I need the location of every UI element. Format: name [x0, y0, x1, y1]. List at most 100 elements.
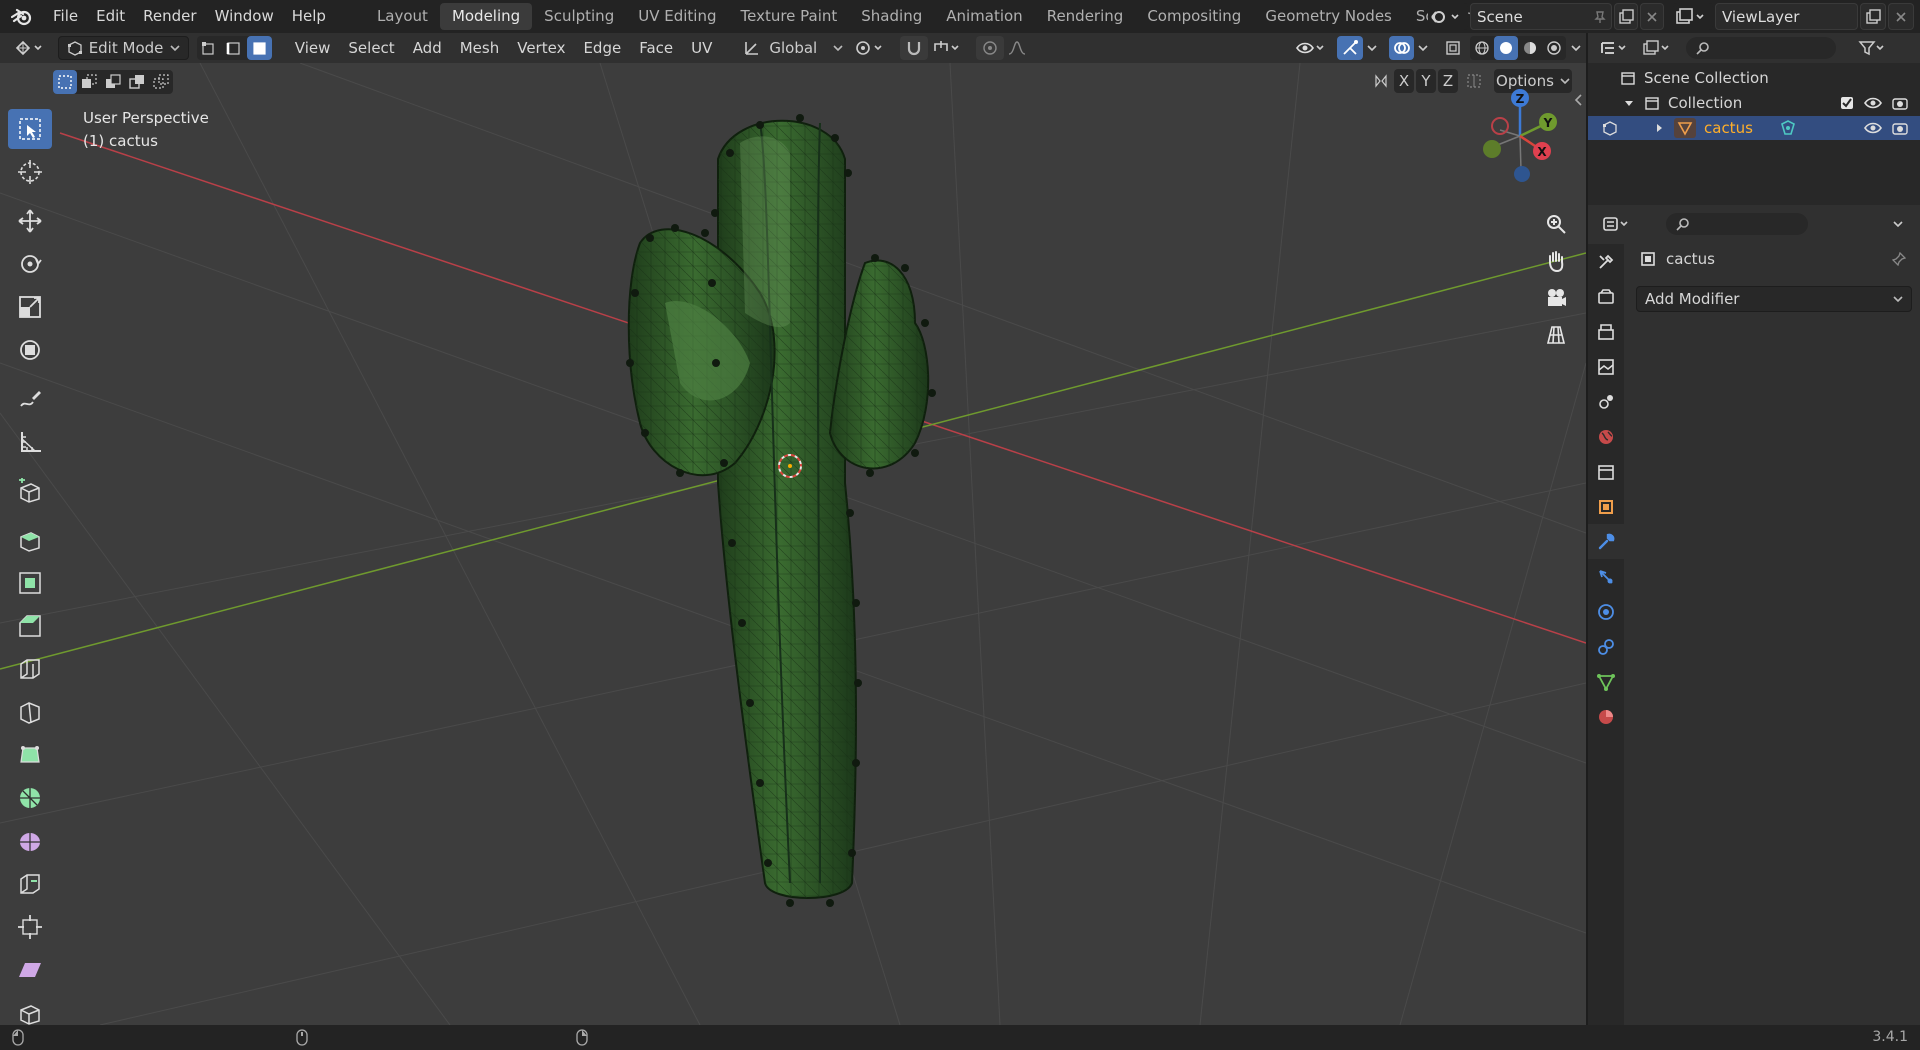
scene-tab-icon[interactable]: [1588, 384, 1624, 419]
mirror-y-toggle[interactable]: Y: [1416, 69, 1436, 93]
view-layer-type-icon[interactable]: [1673, 3, 1713, 30]
exclude-checkbox-icon[interactable]: [1840, 96, 1854, 110]
pan-hand-icon[interactable]: [1540, 245, 1572, 277]
select-extend-icon[interactable]: [77, 70, 101, 94]
world-tab-icon[interactable]: [1588, 419, 1624, 454]
scale-tool-icon[interactable]: [8, 287, 52, 327]
rip-region-tool-icon[interactable]: [8, 993, 52, 1025]
loop-cut-tool-icon[interactable]: [8, 649, 52, 689]
tab-modeling[interactable]: Modeling: [439, 3, 533, 30]
orientation-dropdown[interactable]: Global: [743, 36, 843, 60]
tab-geometry-nodes[interactable]: Geometry Nodes: [1253, 3, 1404, 30]
tab-shading[interactable]: Shading: [849, 3, 934, 30]
blender-logo-icon[interactable]: [0, 0, 44, 33]
cactus-mesh[interactable]: [626, 114, 936, 907]
eye-icon[interactable]: [1864, 96, 1882, 110]
mirror-icon[interactable]: [1370, 69, 1392, 93]
add-cube-tool-icon[interactable]: [8, 471, 52, 511]
collapse-sidebar-icon[interactable]: [1574, 93, 1586, 107]
smooth-tool-icon[interactable]: [8, 821, 52, 861]
outliner-search-input[interactable]: [1686, 37, 1836, 59]
eye-icon[interactable]: [1864, 121, 1882, 135]
outliner-cactus-row[interactable]: cactus: [1588, 116, 1920, 140]
properties-options-icon[interactable]: [1886, 212, 1910, 236]
falloff-icon[interactable]: [1004, 36, 1032, 60]
menu-uv[interactable]: UV: [682, 33, 721, 63]
solid-shading-icon[interactable]: [1494, 36, 1519, 60]
properties-search-input[interactable]: [1666, 213, 1808, 235]
visibility-dropdown-icon[interactable]: [1291, 36, 1331, 60]
select-intersect-icon[interactable]: [149, 70, 173, 94]
zoom-icon[interactable]: [1540, 208, 1572, 240]
extrude-tool-icon[interactable]: [8, 520, 52, 560]
overlays-dropdown-icon[interactable]: [1414, 36, 1432, 60]
outliner-scene-collection[interactable]: Scene Collection: [1588, 66, 1920, 90]
pin-icon[interactable]: [1892, 252, 1906, 266]
mode-dropdown[interactable]: Edit Mode: [57, 36, 189, 60]
shading-dropdown-icon[interactable]: [1566, 36, 1586, 60]
navigation-gizmo[interactable]: Z Y X: [1475, 88, 1565, 188]
render-tab-icon[interactable]: [1588, 279, 1624, 314]
move-tool-icon[interactable]: [8, 201, 52, 241]
new-scene-icon[interactable]: [1614, 3, 1638, 30]
overlays-toggle-icon[interactable]: [1388, 36, 1415, 60]
face-select-icon[interactable]: [246, 36, 272, 60]
gizmo-dropdown-icon[interactable]: [1363, 36, 1381, 60]
tab-layout[interactable]: Layout: [365, 3, 440, 30]
tab-texture-paint[interactable]: Texture Paint: [728, 3, 849, 30]
snap-icon[interactable]: [900, 36, 929, 60]
menu-vertex[interactable]: Vertex: [508, 33, 574, 63]
xray-toggle-icon[interactable]: [1440, 36, 1466, 60]
inset-tool-icon[interactable]: [8, 563, 52, 603]
bevel-tool-icon[interactable]: [8, 606, 52, 646]
camera-view-icon[interactable]: [1540, 282, 1572, 314]
cursor-tool-icon[interactable]: [8, 152, 52, 192]
mirror-z-toggle[interactable]: Z: [1438, 69, 1458, 93]
mesh-data-icon[interactable]: [1779, 119, 1797, 137]
menu-select[interactable]: Select: [339, 33, 403, 63]
view-layer-selector[interactable]: ViewLayer: [1715, 3, 1858, 30]
properties-editor-type-icon[interactable]: [1598, 212, 1636, 236]
tab-uv-editing[interactable]: UV Editing: [626, 3, 728, 30]
perspective-toggle-icon[interactable]: [1540, 319, 1572, 351]
rotate-tool-icon[interactable]: [8, 244, 52, 284]
select-invert-icon[interactable]: [125, 70, 149, 94]
shear-tool-icon[interactable]: [8, 950, 52, 990]
gizmo-toggle-icon[interactable]: [1337, 36, 1363, 60]
tool-tab-icon[interactable]: [1588, 244, 1624, 279]
tab-rendering[interactable]: Rendering: [1035, 3, 1136, 30]
spin-tool-icon[interactable]: [8, 778, 52, 818]
tab-sculpting[interactable]: Sculpting: [532, 3, 626, 30]
3d-viewport[interactable]: User Perspective (1) cactus X Y Z Option…: [0, 63, 1586, 1025]
shrink-fatten-tool-icon[interactable]: [8, 907, 52, 947]
proportional-editing-icon[interactable]: [975, 36, 1004, 60]
snap-target-icon[interactable]: [928, 36, 966, 60]
add-modifier-dropdown[interactable]: Add Modifier: [1636, 286, 1912, 312]
edge-select-icon[interactable]: [222, 36, 247, 60]
output-tab-icon[interactable]: [1588, 314, 1624, 349]
data-tab-icon[interactable]: [1588, 664, 1624, 699]
tab-animation[interactable]: Animation: [934, 3, 1034, 30]
menu-edit[interactable]: Edit: [87, 0, 134, 33]
wireframe-shading-icon[interactable]: [1470, 36, 1494, 60]
camera-icon[interactable]: [1892, 96, 1908, 110]
outliner-editor-type-icon[interactable]: [1596, 36, 1634, 60]
rendered-shading-icon[interactable]: [1542, 36, 1566, 60]
physics-tab-icon[interactable]: [1588, 594, 1624, 629]
mirror-x-toggle[interactable]: X: [1394, 69, 1414, 93]
camera-icon[interactable]: [1892, 121, 1908, 135]
menu-help[interactable]: Help: [283, 0, 335, 33]
menu-view[interactable]: View: [286, 33, 340, 63]
vertex-select-icon[interactable]: [197, 36, 222, 60]
select-new-icon[interactable]: [53, 70, 77, 94]
expand-arrow-icon[interactable]: [1654, 123, 1664, 133]
view-layer-tab-icon[interactable]: [1588, 349, 1624, 384]
new-view-layer-icon[interactable]: [1860, 3, 1886, 30]
menu-add[interactable]: Add: [404, 33, 451, 63]
edit-mode-toggle-icon[interactable]: [1602, 120, 1618, 136]
tab-compositing[interactable]: Compositing: [1135, 3, 1253, 30]
menu-edge[interactable]: Edge: [574, 33, 630, 63]
outliner-collection[interactable]: Collection: [1588, 91, 1920, 115]
object-tab-icon[interactable]: [1588, 489, 1624, 524]
menu-face[interactable]: Face: [630, 33, 682, 63]
